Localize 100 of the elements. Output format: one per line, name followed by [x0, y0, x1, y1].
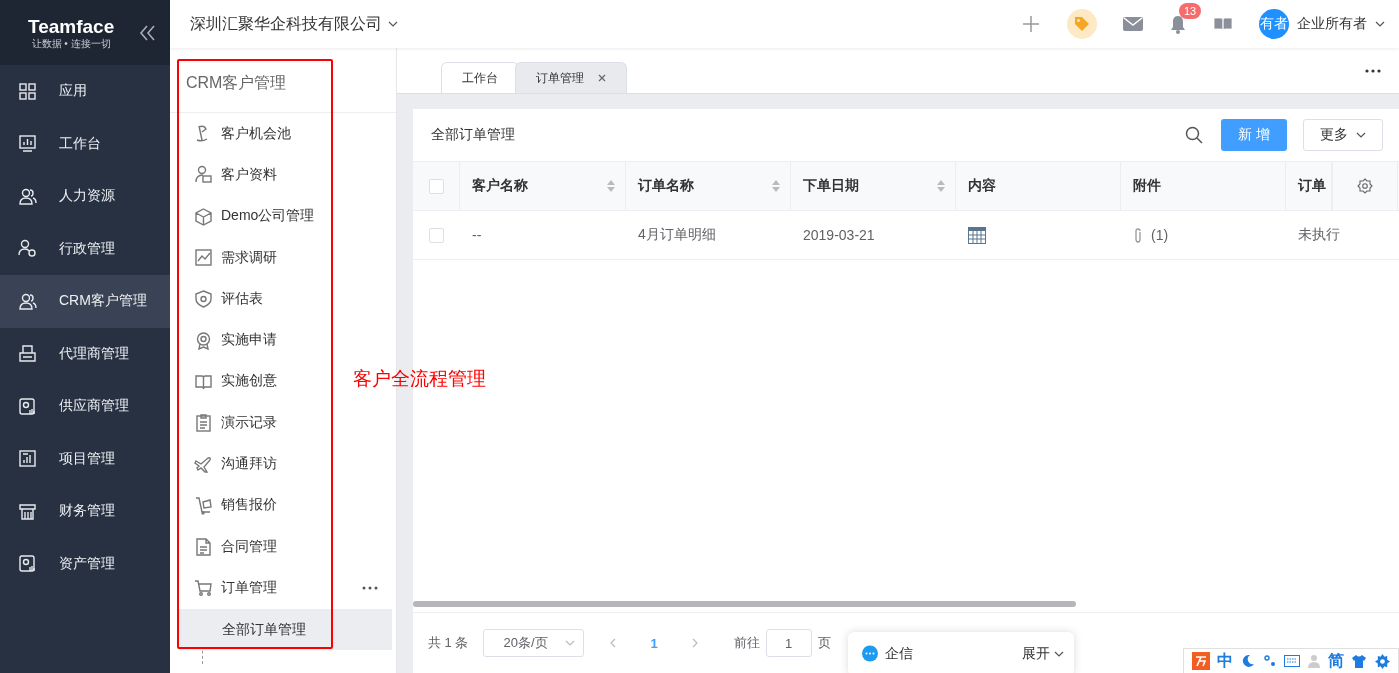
- settings-icon[interactable]: [1375, 653, 1391, 669]
- menu-item[interactable]: 实施创意: [194, 360, 277, 402]
- close-icon[interactable]: [598, 74, 606, 82]
- users-icon: [18, 186, 37, 206]
- store-icon: [18, 501, 37, 521]
- annotation-text: 客户全流程管理: [353, 367, 486, 391]
- page-size-select[interactable]: 20条/页: [483, 629, 585, 657]
- page-suffix: 页: [817, 634, 831, 652]
- document-icon: [194, 537, 213, 557]
- total-count: 共 1 条: [428, 634, 469, 652]
- medal-icon: [194, 330, 213, 350]
- column-header[interactable]: 内容: [956, 162, 1121, 210]
- punctuation-icon[interactable]: [1262, 654, 1277, 668]
- page-input[interactable]: 1: [765, 629, 812, 657]
- menu-item[interactable]: 客户机会池: [194, 113, 291, 155]
- menu-item[interactable]: 订单管理: [194, 567, 277, 609]
- sort-icon[interactable]: [772, 180, 780, 192]
- nav-item[interactable]: 项目管理: [0, 432, 170, 485]
- chart-icon: [194, 248, 213, 268]
- logo-icon[interactable]: [1191, 652, 1210, 670]
- bell-icon[interactable]: [1169, 14, 1187, 34]
- sort-icon[interactable]: [607, 180, 615, 192]
- mail-icon[interactable]: [1123, 16, 1143, 32]
- search-icon[interactable]: [1185, 126, 1203, 144]
- checkbox[interactable]: [428, 178, 444, 194]
- keyboard-icon[interactable]: [1284, 655, 1301, 667]
- table-cell-text: 4月订单明细: [637, 225, 717, 244]
- column-header[interactable]: 附件: [1121, 162, 1286, 210]
- caret-icon: [1054, 651, 1064, 657]
- menu-item[interactable]: 演示记录: [194, 402, 277, 444]
- nav-item[interactable]: CRM客户管理: [0, 275, 170, 328]
- chart-icon: [18, 449, 37, 469]
- column-header[interactable]: 订单: [1286, 162, 1332, 210]
- menu-item[interactable]: 实施申请: [194, 319, 277, 361]
- list-title: 全部订单管理: [431, 126, 516, 144]
- script-toggle[interactable]: 简: [1327, 650, 1344, 672]
- menu-item[interactable]: 合同管理: [194, 526, 277, 568]
- column-header[interactable]: 下单日期: [791, 162, 956, 210]
- shirt-icon[interactable]: [1351, 654, 1368, 668]
- submenu-item[interactable]: 全部订单管理: [179, 608, 392, 650]
- menu-item[interactable]: 评估表: [194, 278, 263, 320]
- settings-card-icon: [18, 554, 37, 574]
- expand-toggle[interactable]: 展开: [1022, 645, 1064, 663]
- settings-icon[interactable]: [1357, 178, 1373, 194]
- nav-item[interactable]: 工作台: [0, 117, 170, 170]
- scrollbar-thumb[interactable]: [413, 601, 1076, 607]
- tag-icon[interactable]: [1067, 9, 1097, 39]
- menu-item[interactable]: Demo公司管理: [194, 195, 315, 237]
- column-header[interactable]: 订单名称: [626, 162, 791, 210]
- more-icon[interactable]: [1365, 68, 1381, 73]
- person-icon: [194, 165, 213, 185]
- menu-item[interactable]: 沟通拜访: [194, 443, 277, 485]
- paperclip-icon: [1133, 227, 1143, 243]
- user-menu[interactable]: 企业所有者: [1297, 15, 1385, 33]
- goto-label: 前往: [733, 634, 760, 652]
- shield-icon: [194, 289, 213, 309]
- nav-item[interactable]: 供应商管理: [0, 380, 170, 433]
- notification-count: 13: [1179, 2, 1202, 19]
- table-cell-text: --: [471, 226, 483, 245]
- nav-item[interactable]: 应用: [0, 65, 170, 118]
- company-selector[interactable]: 深圳汇聚华企科技有限公司: [190, 13, 398, 35]
- book-icon[interactable]: [1213, 16, 1233, 32]
- monitor-icon: [18, 134, 37, 154]
- users-icon: [18, 291, 37, 311]
- nav-item[interactable]: 资产管理: [0, 537, 170, 590]
- user-icon: [18, 239, 37, 259]
- previous-icon[interactable]: [610, 638, 617, 648]
- table-cell-text: 未执行: [1297, 225, 1340, 244]
- next-icon[interactable]: [691, 638, 698, 648]
- caret-icon: [565, 640, 576, 646]
- language-toggle[interactable]: 中: [1217, 650, 1234, 672]
- settings-card-icon: [18, 396, 37, 416]
- brand-slogan: 让数据 • 连接一切: [31, 37, 111, 50]
- menu-item[interactable]: 需求调研: [194, 237, 277, 279]
- trolley-icon: [194, 495, 213, 515]
- add-icon[interactable]: [1021, 14, 1041, 34]
- more-button[interactable]: 更多: [1303, 119, 1383, 151]
- chat-widget[interactable]: 企信 展开: [848, 632, 1074, 673]
- attachment-link[interactable]: (1): [1151, 227, 1169, 243]
- printer-icon: [18, 344, 37, 364]
- tab[interactable]: 订单管理: [515, 62, 627, 93]
- grid-icon: [18, 81, 37, 101]
- nav-item[interactable]: 财务管理: [0, 485, 170, 538]
- chat-icon: [861, 645, 879, 663]
- table-cell-text: 2019-03-21: [802, 226, 876, 245]
- moon-icon[interactable]: [1241, 654, 1256, 668]
- plane-icon: [194, 454, 213, 474]
- sort-icon[interactable]: [937, 180, 945, 192]
- nav-item[interactable]: 代理商管理: [0, 327, 170, 380]
- nav-item[interactable]: 行政管理: [0, 222, 170, 275]
- more-icon[interactable]: [362, 585, 378, 590]
- cube-icon: [194, 206, 213, 226]
- nav-item[interactable]: 人力资源: [0, 170, 170, 223]
- table-icon[interactable]: [968, 226, 986, 244]
- caret-icon: [1356, 132, 1366, 138]
- checkbox[interactable]: [429, 227, 444, 243]
- menu-item[interactable]: 销售报价: [194, 484, 277, 526]
- menu-item[interactable]: 客户资料: [194, 154, 277, 196]
- column-header[interactable]: 客户名称: [460, 162, 626, 210]
- caret-icon: [1375, 21, 1385, 27]
